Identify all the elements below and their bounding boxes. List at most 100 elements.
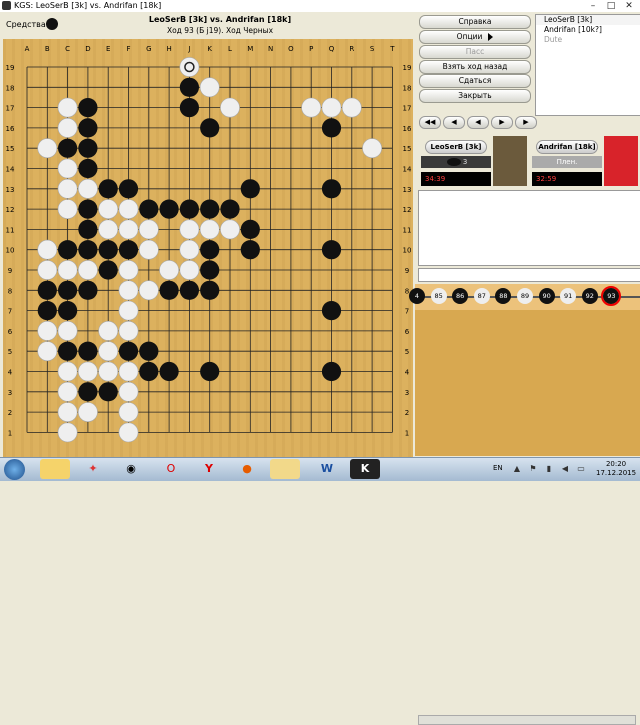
maximize-button[interactable]: □ [602,0,620,12]
tree-node[interactable]: 4 [409,288,425,304]
white-stone[interactable] [78,260,98,280]
white-stone[interactable] [199,219,220,240]
white-stone[interactable] [37,260,58,280]
word-icon[interactable]: W [312,459,342,479]
clock[interactable]: 20:20 17.12.2015 [596,460,636,478]
user-list-item[interactable]: Dute [536,35,640,45]
black-stone[interactable] [159,280,179,300]
user-list-item[interactable]: LeoSerB [3k] [536,15,640,25]
black-stone[interactable] [78,341,98,361]
black-stone[interactable] [78,158,98,179]
black-stone[interactable] [58,280,78,300]
black-stone[interactable] [58,138,78,158]
white-stone[interactable] [179,260,200,280]
black-stone[interactable] [78,382,98,402]
white-stone[interactable] [362,138,383,159]
minimize-button[interactable]: – [584,0,602,12]
black-stone[interactable] [139,199,159,219]
black-stone[interactable] [78,199,98,219]
black-stone[interactable] [118,179,139,199]
white-stone[interactable] [78,178,98,199]
black-stone[interactable] [200,280,220,300]
tree-node[interactable]: 93 [601,286,622,306]
black-stone[interactable] [200,240,220,260]
black-stone[interactable] [179,199,199,219]
white-stone[interactable] [118,219,139,240]
white-stone[interactable] [138,239,159,260]
explorer-icon[interactable] [40,459,70,479]
user-list-item[interactable]: Andrifan [10k?] [536,25,640,35]
help-button[interactable]: Справка [419,15,531,29]
white-stone[interactable] [301,97,322,118]
white-stone[interactable] [179,57,200,77]
white-stone[interactable] [341,97,362,118]
firefox-icon[interactable]: ● [232,459,262,479]
black-stone[interactable] [321,179,342,199]
white-stone[interactable] [138,280,159,301]
white-stone[interactable] [57,178,78,199]
white-stone[interactable] [321,97,342,118]
white-stone[interactable] [159,260,180,280]
close-window-button[interactable]: ✕ [620,0,638,12]
white-stone[interactable] [57,199,78,220]
tree-node[interactable]: 85 [430,288,447,304]
black-stone[interactable] [220,199,240,219]
black-stone[interactable] [240,219,260,239]
tree-node[interactable]: 91 [560,288,577,304]
black-stone[interactable] [37,280,57,300]
white-stone[interactable] [179,239,200,260]
white-stone[interactable] [118,422,139,443]
black-stone[interactable] [321,301,342,321]
tree-node[interactable]: 90 [538,288,555,304]
network-icon[interactable]: ▮ [544,464,554,474]
white-stone[interactable] [57,320,78,341]
chat-log[interactable] [418,190,640,266]
black-stone[interactable] [321,361,342,382]
close-game-button[interactable]: Закрыть [419,89,531,103]
go-board-grid[interactable]: A B C D E F G H J K L M N O P Q R S T19 1918 1817 1716 1615 151… [3,39,413,457]
black-stone[interactable] [200,361,220,382]
options-button[interactable]: Опции [419,30,531,44]
tree-node[interactable]: 92 [581,288,598,304]
nav-prev-button[interactable]: ◀ [467,116,489,129]
opera-icon[interactable]: O [156,459,186,479]
white-stone[interactable] [118,402,139,423]
resign-button[interactable]: Сдаться [419,74,531,88]
black-stone[interactable] [179,98,199,118]
files-icon[interactable] [270,459,300,479]
white-stone[interactable] [57,158,78,179]
black-stone[interactable] [98,260,118,280]
white-stone[interactable] [118,381,139,402]
kgs-icon[interactable]: K [350,459,380,479]
black-stone[interactable] [139,361,159,382]
white-stone[interactable] [78,402,98,423]
game-tree-panel[interactable]: 4 85 86 87 88 89 90 91 92 93 [409,284,640,725]
black-stone[interactable] [200,199,220,219]
start-button[interactable] [4,459,25,480]
nav-back-button[interactable]: ◀ [443,116,465,129]
chat-input[interactable] [418,268,640,282]
white-stone[interactable] [199,77,220,98]
black-stone[interactable] [58,301,78,321]
black-stone[interactable] [98,179,118,199]
tree-node[interactable]: 89 [517,288,533,304]
white-stone[interactable] [57,97,78,118]
black-stone[interactable] [240,240,260,260]
nav-next-button[interactable]: ▶ [491,116,513,129]
white-stone[interactable] [220,219,240,240]
white-stone[interactable] [118,300,139,321]
white-stone[interactable] [98,199,119,220]
white-stone[interactable] [78,361,98,382]
white-stone[interactable] [57,422,78,443]
black-stone[interactable] [78,240,98,260]
white-stone[interactable] [57,118,78,138]
white-stone[interactable] [57,260,78,280]
white-stone[interactable] [98,320,119,341]
white-stone[interactable] [98,219,119,240]
black-stone[interactable] [321,118,342,138]
white-stone[interactable] [37,320,58,341]
white-stone[interactable] [138,219,159,240]
black-stone[interactable] [78,138,98,158]
black-stone[interactable] [139,341,159,361]
black-stone[interactable] [58,341,78,361]
